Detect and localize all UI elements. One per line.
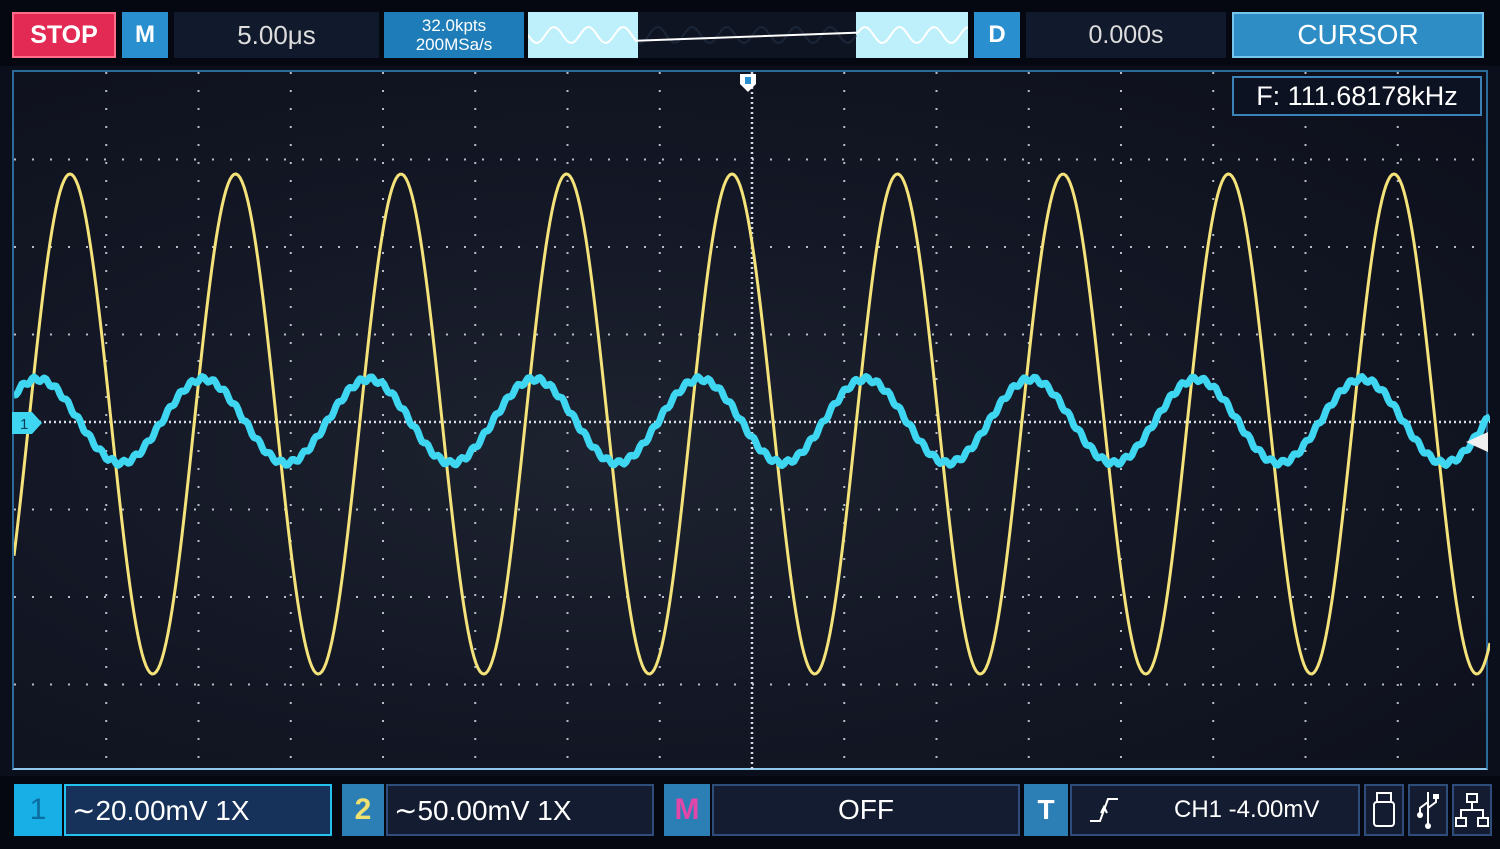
usb-icon[interactable] xyxy=(1408,784,1448,836)
network-icon[interactable] xyxy=(1452,784,1492,836)
usb-trident-glyph xyxy=(1417,792,1439,829)
delay-mode-button[interactable]: D xyxy=(974,12,1020,58)
ch1-marker-label: 1 xyxy=(20,416,28,433)
ch1-scale-readout[interactable]: ∼20.00mV 1X xyxy=(64,784,332,836)
network-glyph xyxy=(1455,793,1489,827)
cursor-menu-button[interactable]: CURSOR xyxy=(1232,12,1484,58)
rising-edge-icon xyxy=(1090,798,1118,822)
waveform-graticule xyxy=(14,72,1490,772)
memory-overview-wave xyxy=(528,12,968,58)
math-state-readout[interactable]: OFF xyxy=(712,784,1020,836)
usb-drive-glyph xyxy=(1373,792,1395,827)
waveform-display[interactable] xyxy=(12,70,1490,772)
memory-depth: 32.0kpts xyxy=(421,16,487,35)
trigger-info[interactable]: CH1 -4.00mV xyxy=(1070,784,1360,836)
usb-device-icon[interactable] xyxy=(1364,784,1404,836)
ch2-button[interactable]: 2 xyxy=(342,784,384,836)
trigger-delay-readout[interactable]: 0.000s xyxy=(1026,12,1226,58)
run-stop-button[interactable]: STOP xyxy=(12,12,116,58)
ch2-scale-readout[interactable]: ∼50.00mV 1X xyxy=(386,784,654,836)
horizontal-mode-button[interactable]: M xyxy=(122,12,168,58)
trigger-button[interactable]: T xyxy=(1024,784,1068,836)
sample-rate: 200MSa/s xyxy=(415,35,493,54)
frequency-measurement: F: 111.68178kHz xyxy=(1232,76,1482,116)
acquisition-readout: 32.0kpts 200MSa/s xyxy=(384,12,524,58)
ch1-button[interactable]: 1 xyxy=(14,784,62,836)
math-button[interactable]: M xyxy=(664,784,710,836)
ch1-level-marker[interactable]: 1 xyxy=(12,412,42,434)
trigger-position-marker[interactable] xyxy=(738,72,758,94)
bottom-status-bar: 1 ∼20.00mV 1X 2 ∼50.00mV 1X M OFF T CH1 … xyxy=(0,776,1500,849)
trigger-level-marker[interactable] xyxy=(1466,432,1488,452)
timebase-readout[interactable]: 5.00μs xyxy=(174,12,379,58)
memory-position-bar[interactable] xyxy=(528,12,968,58)
trigger-source-level: CH1 -4.00mV xyxy=(1174,796,1320,823)
top-status-bar: STOP M 5.00μs 32.0kpts 200MSa/s D 0.000s… xyxy=(0,0,1500,66)
